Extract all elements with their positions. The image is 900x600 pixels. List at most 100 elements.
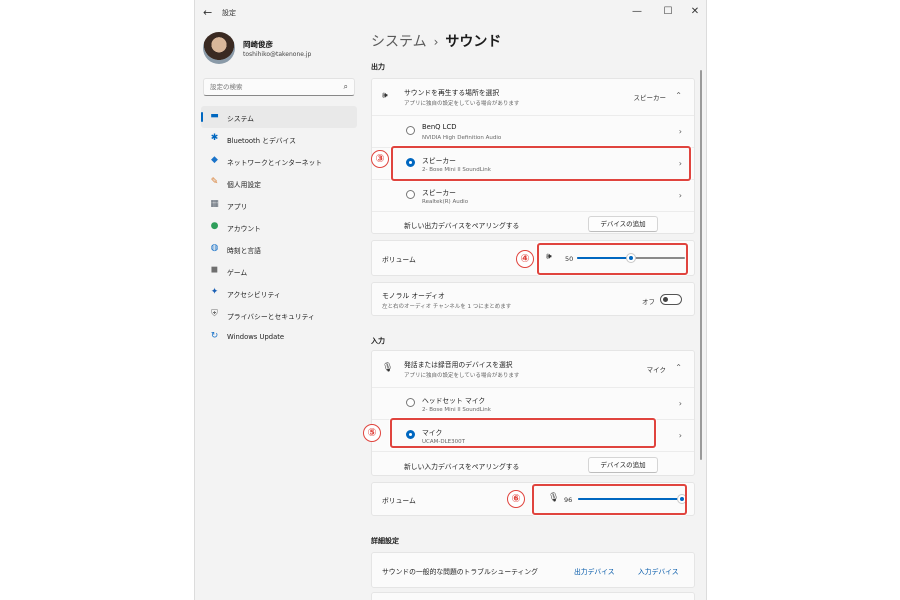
mono-audio-subtitle: 左と右のオーディオ チャンネルを 1 つにまとめます <box>382 304 512 310</box>
sidebar-item-label: システム <box>227 115 254 123</box>
input-heading: 入力 <box>371 337 385 345</box>
minimize-button[interactable]: — <box>627 4 647 20</box>
device-detail: Realtek(R) Audio <box>422 199 469 205</box>
mono-audio-toggle[interactable] <box>660 294 682 305</box>
output-select-title: サウンドを再生する場所を選択 <box>404 89 500 97</box>
advanced-heading: 詳細設定 <box>371 537 399 545</box>
input-volume-label: ボリューム <box>382 497 416 505</box>
sidebar-item-label: アカウント <box>227 225 261 233</box>
pair-input-label: 新しい入力デバイスをペアリングする <box>404 463 520 471</box>
callout-badge-4: ④ <box>516 250 534 268</box>
sidebar-item-label: Windows Update <box>227 333 285 341</box>
sidebar-item-label: プライバシーとセキュリティ <box>227 313 315 321</box>
apps-icon: ▦ <box>210 199 219 209</box>
breadcrumb-parent[interactable]: システム <box>371 34 427 50</box>
input-select-title: 発話または録音用のデバイスを選択 <box>404 361 513 369</box>
input-pair-row: 新しい入力デバイスをペアリングする デバイスの追加 <box>372 451 694 477</box>
sidebar-item-windows-update[interactable]: ↻ Windows Update <box>201 326 357 348</box>
speaker-icon: 🕪 <box>382 91 388 101</box>
radio-button[interactable] <box>406 126 415 135</box>
globe-clock-icon: ◍ <box>210 243 219 253</box>
chevron-right-icon[interactable]: › <box>679 191 682 200</box>
sidebar-item-apps[interactable]: ▦ アプリ <box>201 194 357 216</box>
input-device-card: 🎙 発話または録音用のデバイスを選択 アプリに独自の設定をしている場合があります… <box>371 350 695 476</box>
settings-window: ← 設定 — ☐ ✕ 岡崎俊彦 toshihiko@takenone.jp ⌕ … <box>194 0 707 600</box>
sidebar-item-label: アクセシビリティ <box>227 291 281 299</box>
chevron-up-icon[interactable]: ⌃ <box>675 91 682 100</box>
output-pair-row: 新しい出力デバイスをペアリングする デバイスの追加 <box>372 211 694 235</box>
sidebar-item-privacy[interactable]: ⛨ プライバシーとセキュリティ <box>201 304 357 326</box>
maximize-button[interactable]: ☐ <box>658 4 678 20</box>
sidebar-nav: ▬ システム ✱ Bluetooth とデバイス ◆ ネットワークとインターネッ… <box>201 106 357 348</box>
output-selected-value: スピーカー <box>633 94 667 102</box>
callout-input-mic <box>390 418 656 448</box>
sidebar-item-accounts[interactable]: ● アカウント <box>201 216 357 238</box>
chevron-right-icon[interactable]: › <box>679 127 682 136</box>
sidebar-item-system[interactable]: ▬ システム <box>201 106 357 128</box>
search-icon[interactable]: ⌕ <box>344 82 348 92</box>
sidebar-item-bluetooth[interactable]: ✱ Bluetooth とデバイス <box>201 128 357 150</box>
shield-icon: ⛨ <box>211 309 218 319</box>
output-select-row[interactable]: 🕪 サウンドを再生する場所を選択 アプリに独自の設定をしている場合があります ス… <box>372 79 694 115</box>
output-select-subtitle: アプリに独自の設定をしている場合があります <box>404 101 520 107</box>
add-input-device-button[interactable]: デバイスの追加 <box>588 457 658 473</box>
sidebar-item-label: 個人用設定 <box>227 181 261 189</box>
callout-output-speaker <box>391 146 691 181</box>
device-detail: NVIDIA High Definition Audio <box>422 135 502 141</box>
troubleshoot-input-link[interactable]: 入力デバイス <box>638 566 679 576</box>
sidebar-item-network[interactable]: ◆ ネットワークとインターネット <box>201 150 357 172</box>
sidebar-item-label: アプリ <box>227 203 248 211</box>
avatar <box>203 32 235 64</box>
breadcrumb: システム › サウンド <box>371 31 501 51</box>
chevron-up-icon[interactable]: ⌃ <box>675 363 682 372</box>
search-input[interactable] <box>210 83 335 91</box>
device-detail: 2- Bose Mini II SoundLink <box>422 407 491 413</box>
output-heading: 出力 <box>371 63 385 71</box>
input-select-subtitle: アプリに独自の設定をしている場合があります <box>404 373 520 379</box>
user-name: 岡崎俊彦 <box>243 40 273 49</box>
callout-badge-5: ⑤ <box>363 424 381 442</box>
more-settings-card <box>371 592 695 600</box>
output-volume-label: ボリューム <box>382 256 416 264</box>
device-name: スピーカー <box>422 189 456 197</box>
sidebar-item-label: ゲーム <box>227 269 248 277</box>
mono-audio-state: オフ <box>642 298 655 306</box>
accessibility-icon: ✦ <box>210 287 219 297</box>
back-arrow-icon[interactable]: ← <box>203 6 212 19</box>
gamepad-icon: ◼ <box>210 265 219 275</box>
troubleshoot-output-link[interactable]: 出力デバイス <box>574 566 615 576</box>
bluetooth-icon: ✱ <box>210 133 219 143</box>
troubleshoot-card: サウンドの一般的な問題のトラブルシューティング 出力デバイス 入力デバイス <box>371 552 695 588</box>
mono-audio-title: モノラル オーディオ <box>382 292 445 300</box>
input-selected-value: マイク <box>646 366 666 374</box>
app-title: 設定 <box>222 9 236 17</box>
microphone-icon: 🎙 <box>382 363 394 373</box>
sidebar-item-gaming[interactable]: ◼ ゲーム <box>201 260 357 282</box>
title-bar: ← 設定 — ☐ ✕ <box>195 0 706 26</box>
mono-audio-card: モノラル オーディオ 左と右のオーディオ チャンネルを 1 つにまとめます オフ <box>371 282 695 316</box>
callout-badge-6: ⑥ <box>507 490 525 508</box>
output-device-row[interactable]: BenQ LCD NVIDIA High Definition Audio › <box>372 115 694 147</box>
add-output-device-button[interactable]: デバイスの追加 <box>588 216 658 232</box>
system-icon: ▬ <box>210 111 219 121</box>
chevron-right-icon[interactable]: › <box>679 399 682 408</box>
radio-button[interactable] <box>406 190 415 199</box>
sidebar-item-accessibility[interactable]: ✦ アクセシビリティ <box>201 282 357 304</box>
close-button[interactable]: ✕ <box>685 4 705 20</box>
output-device-row[interactable]: スピーカー Realtek(R) Audio › <box>372 179 694 211</box>
chevron-right-icon[interactable]: › <box>679 431 682 440</box>
settings-search[interactable]: ⌕ <box>203 78 355 96</box>
radio-button[interactable] <box>406 398 415 407</box>
callout-input-volume <box>532 484 687 515</box>
sidebar-item-label: ネットワークとインターネット <box>227 159 323 167</box>
input-select-row[interactable]: 🎙 発話または録音用のデバイスを選択 アプリに独自の設定をしている場合があります… <box>372 351 694 387</box>
input-device-row[interactable]: ヘッドセット マイク 2- Bose Mini II SoundLink › <box>372 387 694 419</box>
troubleshoot-label: サウンドの一般的な問題のトラブルシューティング <box>382 568 538 576</box>
update-icon: ↻ <box>210 331 219 341</box>
sidebar-item-time-language[interactable]: ◍ 時刻と言語 <box>201 238 357 260</box>
sidebar-item-personalization[interactable]: ✎ 個人用設定 <box>201 172 357 194</box>
device-name: BenQ LCD <box>422 123 457 131</box>
scrollbar[interactable] <box>700 70 702 460</box>
breadcrumb-separator: › <box>433 35 439 49</box>
brush-icon: ✎ <box>210 177 219 187</box>
